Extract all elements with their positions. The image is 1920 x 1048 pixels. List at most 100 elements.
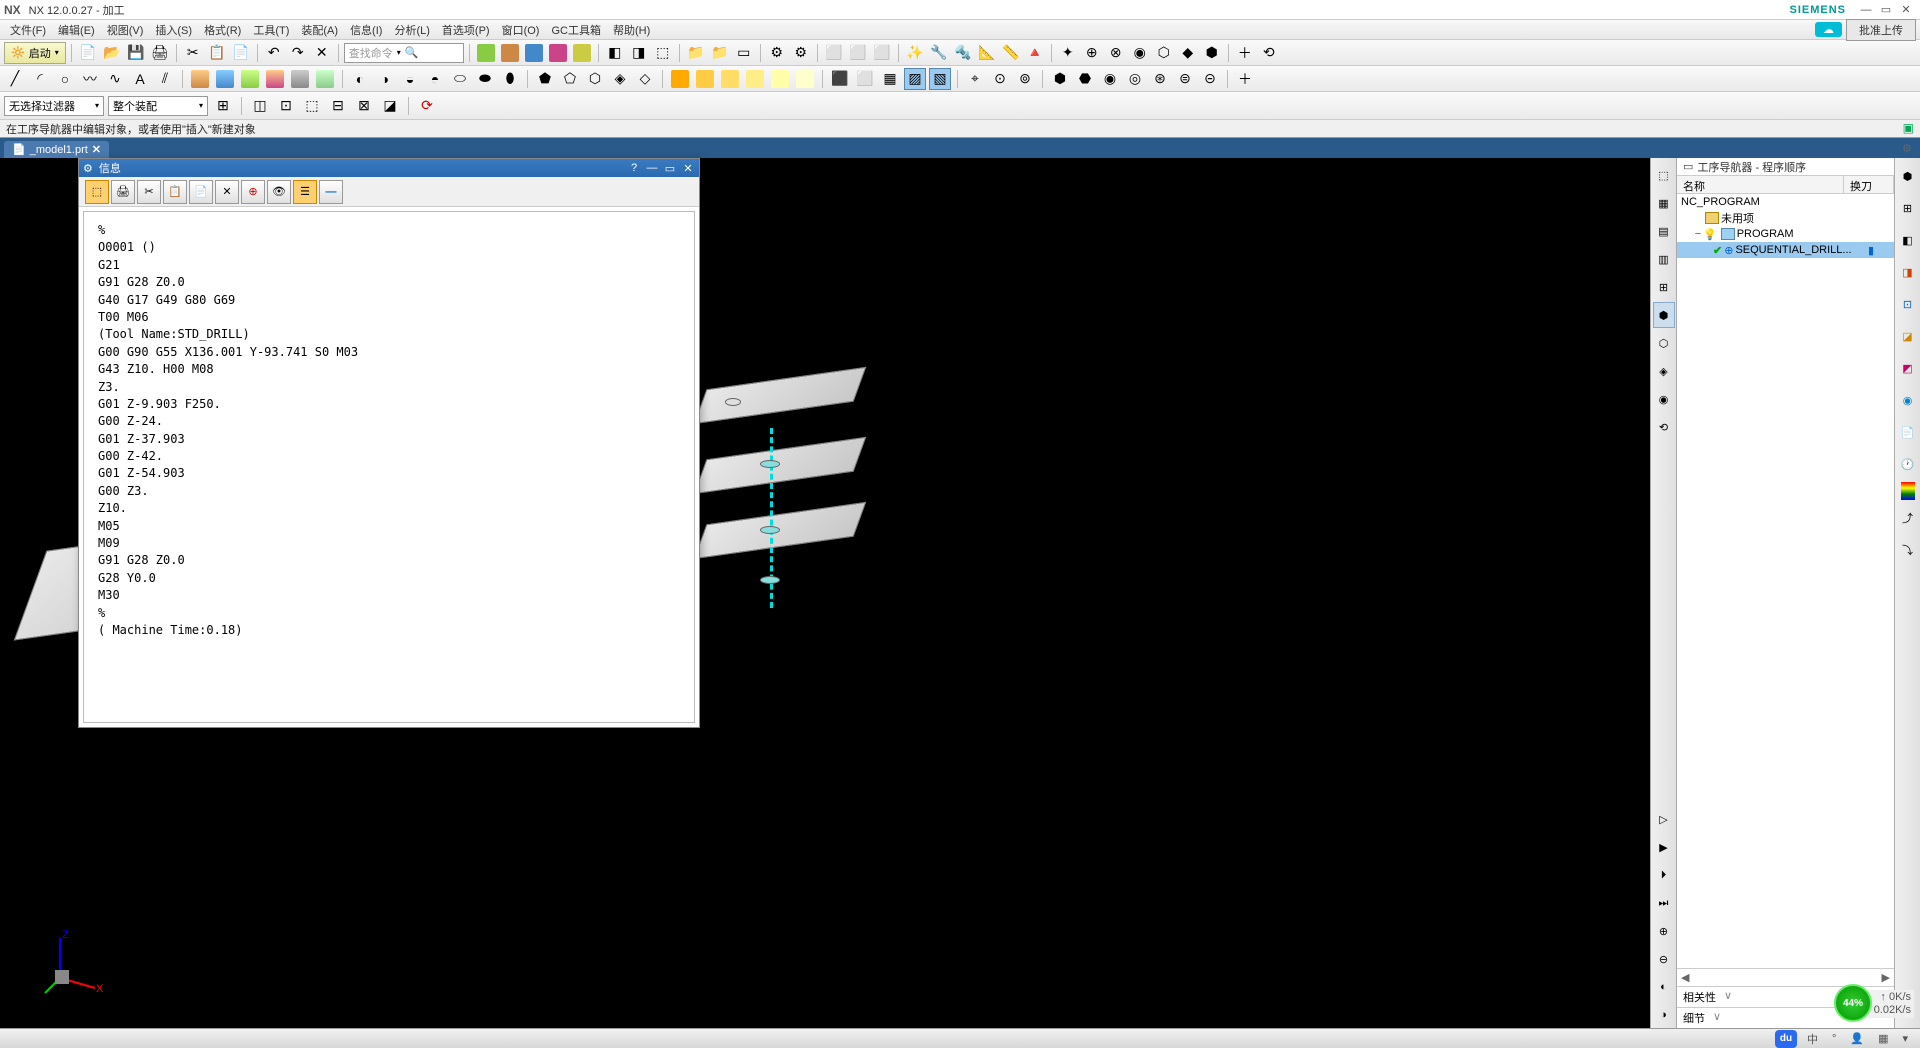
chamfer-icon[interactable] xyxy=(314,68,336,90)
resource-icon[interactable]: ⊡ xyxy=(1897,290,1919,318)
tool-icon[interactable]: ◎ xyxy=(1124,68,1146,90)
resource-icon[interactable]: ⤴ xyxy=(1897,504,1919,532)
rail-icon[interactable]: ▶ xyxy=(1653,834,1675,860)
tool-icon[interactable]: ⬬ xyxy=(474,68,496,90)
assembly-filter-combo[interactable]: 整个装配▾ xyxy=(108,96,208,116)
baidu-icon[interactable]: du xyxy=(1775,1030,1797,1048)
command-finder-input[interactable]: 查找命令▾🔍 xyxy=(344,43,464,63)
minimize-icon[interactable]: — xyxy=(645,162,659,175)
rail-icon[interactable]: ⬢ xyxy=(1653,302,1675,328)
wand-icon[interactable]: ✨ xyxy=(904,42,926,64)
tool-icon[interactable]: ⊜ xyxy=(1174,68,1196,90)
tool-icon[interactable]: ⊗ xyxy=(1105,42,1127,64)
resource-icon[interactable]: ◉ xyxy=(1897,386,1919,414)
tool-icon[interactable]: ◓ xyxy=(424,68,446,90)
tool-icon[interactable]: ⬢ xyxy=(1201,42,1223,64)
plus-icon[interactable]: ＋ xyxy=(1234,42,1256,64)
tool-icon[interactable]: ⊟ xyxy=(327,95,349,117)
launch-button[interactable]: 🔆启动▾ xyxy=(4,42,66,64)
menu-file[interactable]: 文件(F) xyxy=(4,20,52,40)
tool-icon[interactable]: ◫ xyxy=(249,95,271,117)
hatch-icon[interactable]: ▧ xyxy=(929,68,951,90)
menu-analysis[interactable]: 分析(L) xyxy=(388,20,435,40)
arc-icon[interactable]: ◜ xyxy=(29,68,51,90)
refresh-icon[interactable]: ⟳ xyxy=(416,95,438,117)
upload-approve-button[interactable]: 批准上传 xyxy=(1846,19,1916,41)
mill-icon[interactable] xyxy=(769,68,791,90)
tool-icon[interactable]: ✦ xyxy=(1057,42,1079,64)
sweep-icon[interactable] xyxy=(239,68,261,90)
rail-icon[interactable]: ⬚ xyxy=(1653,162,1675,188)
tool-icon[interactable]: ◐ xyxy=(349,68,371,90)
gear-icon[interactable]: ⚙ xyxy=(83,162,93,175)
tool-icon[interactable]: ⬮ xyxy=(499,68,521,90)
box-icon[interactable]: ⬜ xyxy=(847,42,869,64)
navigator-tree[interactable]: NC_PROGRAM 未用项 − 💡 PROGRAM ✔ ⊕ SEQUENTIA… xyxy=(1677,194,1894,968)
menu-prefs[interactable]: 首选项(P) xyxy=(436,20,496,40)
tool-icon[interactable]: 🔺 xyxy=(1024,42,1046,64)
selection-filter-combo[interactable]: 无选择过滤器▾ xyxy=(4,96,104,116)
menu-edit[interactable]: 编辑(E) xyxy=(52,20,101,40)
resource-icon[interactable]: ◪ xyxy=(1897,322,1919,350)
gcode-listing[interactable]: % O0001 () G21 G91 G28 Z0.0 G40 G17 G49 … xyxy=(84,212,694,674)
line-icon[interactable]: ╱ xyxy=(4,68,26,90)
rail-icon[interactable]: ⏭ xyxy=(1653,890,1675,916)
save-icon[interactable]: 💾 xyxy=(125,42,147,64)
revolve-icon[interactable] xyxy=(214,68,236,90)
ime-icon[interactable]: ▦ xyxy=(1874,1032,1892,1045)
tool-icon[interactable] xyxy=(547,42,569,64)
spline-icon[interactable]: ∿ xyxy=(104,68,126,90)
tool-icon[interactable] xyxy=(499,42,521,64)
rail-icon[interactable]: ▦ xyxy=(1653,190,1675,216)
rail-icon[interactable]: ◑ xyxy=(1653,1002,1675,1028)
cut-icon[interactable]: ✂ xyxy=(137,180,161,204)
resource-icon[interactable] xyxy=(1901,482,1915,500)
maximize-icon[interactable]: ▭ xyxy=(663,162,677,175)
tool-icon[interactable]: ◒ xyxy=(399,68,421,90)
rect-icon[interactable]: ▭ xyxy=(733,42,755,64)
curve-icon[interactable]: 〰 xyxy=(79,68,101,90)
mill-icon[interactable] xyxy=(719,68,741,90)
ime-indicator[interactable]: 中 xyxy=(1803,1031,1822,1047)
rail-icon[interactable]: ⏵ xyxy=(1653,862,1675,888)
box-icon[interactable]: ⬜ xyxy=(823,42,845,64)
circle-icon[interactable]: ○ xyxy=(54,68,76,90)
resource-icon[interactable]: ◨ xyxy=(1897,258,1919,286)
tool-icon[interactable]: ⬭ xyxy=(449,68,471,90)
tree-program[interactable]: − 💡 PROGRAM xyxy=(1677,226,1894,242)
tool-icon[interactable]: ⊛ xyxy=(1149,68,1171,90)
tool-icon[interactable]: ⬜ xyxy=(854,68,876,90)
resource-icon[interactable]: 📄 xyxy=(1897,418,1919,446)
menu-assembly[interactable]: 装配(A) xyxy=(295,20,344,40)
target-icon[interactable]: ⊕ xyxy=(241,180,265,204)
info-titlebar[interactable]: ⚙ 信息 ? — ▭ ✕ xyxy=(79,159,699,177)
menu-insert[interactable]: 插入(S) xyxy=(149,20,198,40)
tool-icon[interactable]: ⬚ xyxy=(301,95,323,117)
tool-icon[interactable]: ◪ xyxy=(379,95,401,117)
resource-icon[interactable]: ⤵ xyxy=(1897,536,1919,564)
cube-icon[interactable]: ◧ xyxy=(604,42,626,64)
mill-icon[interactable] xyxy=(744,68,766,90)
file-tab[interactable]: 📄 _model1.prt ✕ xyxy=(4,141,109,158)
navigator-hscroll[interactable]: ◀▶ xyxy=(1677,968,1894,986)
footer-rel[interactable]: 相关性 xyxy=(1683,989,1716,1005)
maximize-icon[interactable]: ▭ xyxy=(1878,3,1894,17)
tool-icon[interactable]: ⬛ xyxy=(829,68,851,90)
tool-icon[interactable]: ◉ xyxy=(1129,42,1151,64)
tool-icon[interactable]: ⬡ xyxy=(1153,42,1175,64)
minimize-icon[interactable]: — xyxy=(1858,3,1874,17)
plus-icon[interactable]: ＋ xyxy=(1234,68,1256,90)
graphics-viewport[interactable]: Z X ⚙ 信息 ? — ▭ ✕ ⬚ 🖨 ✂ 📋 📄 xyxy=(0,158,1650,1028)
rail-icon[interactable]: ◐ xyxy=(1653,974,1675,1000)
tool-icon[interactable]: ⬣ xyxy=(1074,68,1096,90)
menu-info[interactable]: 信息(I) xyxy=(344,20,388,40)
tree-root[interactable]: NC_PROGRAM xyxy=(1677,194,1894,210)
tool-icon[interactable]: 🔧 xyxy=(928,42,950,64)
tool-icon[interactable]: ⊙ xyxy=(989,68,1011,90)
rail-icon[interactable]: ⊕ xyxy=(1653,918,1675,944)
menu-help[interactable]: 帮助(H) xyxy=(607,20,656,40)
undo-icon[interactable]: ↶ xyxy=(263,42,285,64)
settings-gear-icon[interactable]: ⚙ xyxy=(1902,142,1916,156)
tree-unused[interactable]: 未用项 xyxy=(1677,210,1894,226)
tool-icon[interactable]: ◈ xyxy=(609,68,631,90)
